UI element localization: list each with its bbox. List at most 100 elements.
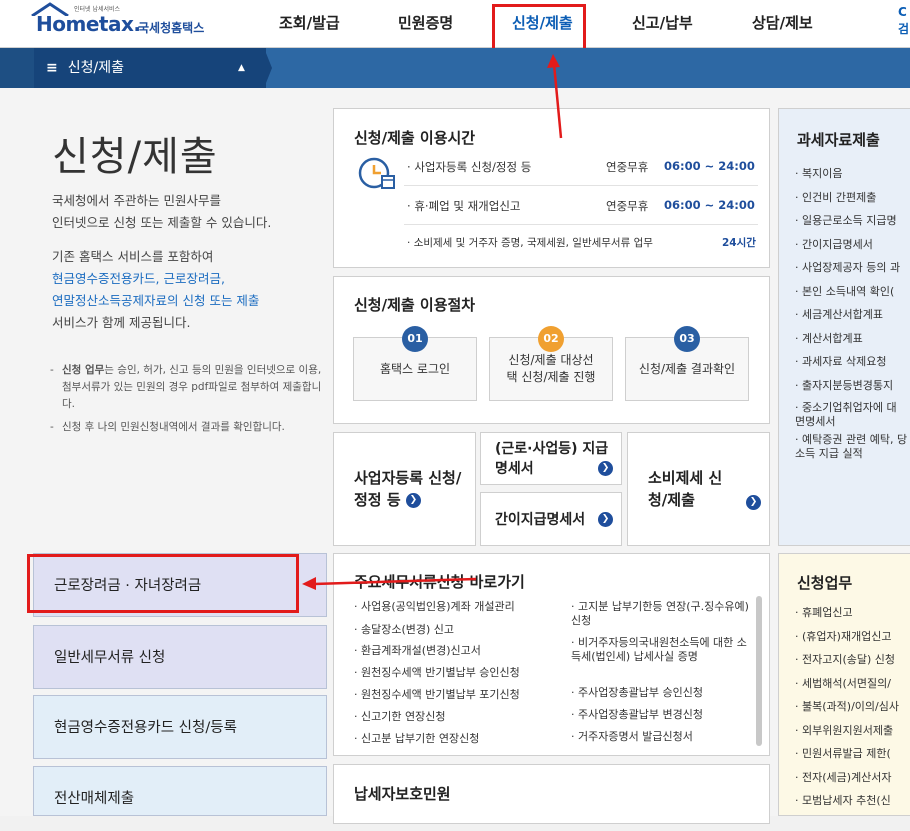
hours-row-name: 소비제세 및 거주자 증명, 국제세원, 일반세무서류 업무 [407, 235, 653, 250]
simple-statement-button[interactable]: 간이지급명세서 ❯ [480, 492, 622, 546]
step-number-badge: 01 [402, 326, 428, 352]
intro-description: 국세청에서 주관하는 민원사무를 인터넷으로 신청 또는 제출할 수 있습니다.… [52, 190, 322, 334]
logo-korean: 국세청홈택스 [138, 21, 205, 35]
consumption-tax-label: 소비제세 신청/제출 [648, 469, 723, 509]
apply-work-link[interactable]: 휴폐업신고 [779, 601, 910, 625]
shortcut-link[interactable]: 원천징수세액 반기별납부 포기신청 [354, 688, 520, 702]
tile-electronic-media[interactable]: 전산매체제출 [33, 766, 327, 816]
desc-line: 서비스가 함께 제공됩니다. [52, 315, 191, 330]
hours-row-label: 연중무휴 [606, 160, 649, 174]
go-arrow-icon: ❯ [405, 493, 421, 508]
go-arrow-icon: ❯ [598, 461, 613, 476]
breadcrumb-arrow [264, 48, 272, 88]
step-label: 홈택스 로그인 [379, 361, 451, 376]
shortcut-link[interactable]: 사업용(공익법인용)계좌 개설관리 [354, 600, 515, 614]
menu-inquiry[interactable]: 조회/발급 [279, 0, 340, 48]
menu-icon[interactable]: ≡ [46, 48, 58, 88]
apply-work-link[interactable]: 민원서류발급 제한( [779, 742, 910, 766]
tax-data-link[interactable]: 본인 소득내역 확인( [779, 280, 910, 304]
hours-row-name: 휴·폐업 및 재개업신고 [407, 198, 520, 214]
hours-row-time: 06:00 ~ 24:00 [664, 198, 755, 212]
payment-statement-label: (근로·사업등) 지급명세서 [495, 441, 609, 477]
breadcrumb[interactable]: ≡ 신청/제출 ▲ [34, 48, 266, 88]
clock-calendar-icon [358, 157, 395, 189]
menu-consult[interactable]: 상담/제보 [752, 0, 813, 48]
shortcut-link[interactable]: 송달장소(변경) 신고 [354, 623, 454, 637]
hours-row-time: 24시간 [722, 237, 756, 249]
apply-work-link[interactable]: 모범납세자 추천(신 [779, 789, 910, 813]
annotation-arrow-left [302, 577, 477, 590]
intro-notes: 신청 업무는 승인, 허가, 신고 등의 민원을 인터넷으로 이용, 첨부서류가… [50, 362, 328, 442]
shortcut-link[interactable]: 거주자증명서 발급신청서 [571, 730, 693, 744]
go-arrow-icon: ❯ [746, 495, 761, 510]
menu-report-pay[interactable]: 신고/납부 [632, 0, 693, 48]
apply-work-link[interactable]: 세법해석(서면질의/ [779, 672, 910, 696]
apply-work-link[interactable]: 불복(과적)/이의/심사 [779, 695, 910, 719]
desc-line: 국세청에서 주관하는 민원사무를 [52, 193, 221, 208]
tile-general-tax-docs[interactable]: 일반세무서류 신청 [33, 625, 327, 689]
step-label: 신청/제출 대상선택 신청/제출 진행 [506, 353, 596, 384]
go-arrow-icon: ❯ [598, 512, 613, 527]
shortcut-link[interactable]: 신고기한 연장신청 [354, 710, 445, 724]
shortcut-link[interactable]: 고지분 납부기한등 연장(구.징수유예) 신청 [571, 600, 751, 628]
apply-work-link[interactable]: 전자(세금)계산서자 [779, 766, 910, 790]
step-number-badge: 02 [538, 326, 564, 352]
shortcut-link[interactable]: 신고분 납부기한 연장신청 [354, 732, 479, 746]
tax-data-link[interactable]: 중소기업취업자에 대 면명세서 [779, 401, 909, 429]
menu-certificate[interactable]: 민원증명 [398, 0, 453, 48]
procedure-title: 신청/제출 이용절차 [354, 296, 476, 314]
step-number-badge: 03 [674, 326, 700, 352]
tax-data-link[interactable]: 인건비 간편제출 [779, 186, 910, 210]
consumption-tax-button[interactable]: 소비제세 신청/제출 ❯ [627, 432, 770, 546]
taxpayer-protection-title: 납세자보호민원 [354, 785, 451, 803]
tax-data-link[interactable]: 계산서합계표 [779, 327, 910, 351]
collapse-up-icon[interactable]: ▲ [238, 48, 245, 88]
highlight-box-tile [27, 554, 299, 613]
logo-text: Hometax. [36, 12, 141, 36]
note-bold: 신청 업무 [62, 364, 105, 376]
annotation-arrow-up [547, 54, 563, 139]
desc-line: 인터넷으로 신청 또는 제출할 수 있습니다. [52, 215, 272, 230]
desc-line-highlight: 현금영수증전용카드, 근로장려금, [52, 271, 225, 286]
biz-register-button[interactable]: 사업자등록 신청/정정 등 ❯ [333, 432, 476, 546]
shortcut-link[interactable]: 비거주자등의국내원천소득에 대한 소득세(법인세) 납세사실 증명 [571, 636, 751, 664]
tax-data-link[interactable]: 예탁증권 관련 예탁, 당소득 지급 실적 [779, 433, 909, 461]
breadcrumb-bar: ≡ 신청/제출 ▲ [0, 48, 910, 88]
hours-title: 신청/제출 이용시간 [354, 129, 476, 147]
shortcut-link[interactable]: 원천징수세액 반기별납부 승인신청 [354, 666, 520, 680]
payment-statement-button[interactable]: (근로·사업등) 지급명세서 ❯ [480, 432, 622, 485]
shortcut-link[interactable]: 환급계좌개설(변경)신고서 [354, 644, 481, 658]
apply-work-link[interactable]: (휴업자)재개업신고 [779, 625, 910, 649]
tax-data-title: 과세자료제출 [797, 131, 880, 149]
note-item: 신청 후 나의 민원신청내역에서 결과를 확인합니다. [50, 419, 328, 436]
hours-row-name: 사업자등록 신청/정정 등 [407, 159, 531, 175]
hours-row-label: 연중무휴 [606, 199, 649, 213]
divider [404, 185, 758, 186]
page-title: 신청/제출 [52, 134, 218, 180]
shortcut-link[interactable]: 주사업장총괄납부 승인신청 [571, 686, 703, 700]
divider [404, 224, 758, 225]
shortcut-link[interactable]: 주사업장총괄납부 변경신청 [571, 708, 703, 722]
apply-work-link[interactable]: 외부위원지원서제출 [779, 719, 910, 743]
desc-line: 기존 홈택스 서비스를 포함하여 [52, 249, 214, 264]
desc-line-highlight: 연말정산소득공제자료의 신청 또는 제출 [52, 293, 260, 308]
apply-work-panel: 신청업무 휴폐업신고 (휴업자)재개업신고 전자고지(송달) 신청 세법해석(서… [778, 553, 910, 816]
tax-data-link[interactable]: 사업장제공자 등의 과 [779, 256, 910, 280]
highlight-box-menu [492, 4, 586, 52]
tax-data-link[interactable]: 간이지급명세서 [779, 233, 910, 257]
shortcuts-scrollbar[interactable] [756, 596, 762, 746]
header-corner-text[interactable]: C 검 [898, 4, 910, 38]
step-label: 신청/제출 결과확인 [638, 361, 736, 376]
tax-data-link[interactable]: 세금계산서합계표 [779, 303, 910, 327]
tax-data-link[interactable]: 복지이음 [779, 162, 910, 186]
tax-data-link[interactable]: 과세자료 삭제요청 [779, 350, 910, 374]
tile-cash-receipt-card[interactable]: 현금영수증전용카드 신청/등록 [33, 695, 327, 759]
apply-work-link[interactable]: 전자고지(송달) 신청 [779, 648, 910, 672]
tax-data-link[interactable]: 출자지분등변경통지 [779, 374, 910, 398]
tax-data-panel: 과세자료제출 복지이음 인건비 간편제출 일용근로소득 지급명 간이지급명세서 … [778, 108, 910, 546]
simple-statement-label: 간이지급명세서 [495, 512, 586, 528]
tax-data-link[interactable]: 일용근로소득 지급명 [779, 209, 910, 233]
hometax-logo[interactable]: 인터넷 납세서비스 Hometax. 국세청홈택스 [30, 2, 220, 44]
hours-row-time: 06:00 ~ 24:00 [664, 159, 755, 173]
note-item: 신청 업무는 승인, 허가, 신고 등의 민원을 인터넷으로 이용, 첨부서류가… [50, 362, 328, 413]
